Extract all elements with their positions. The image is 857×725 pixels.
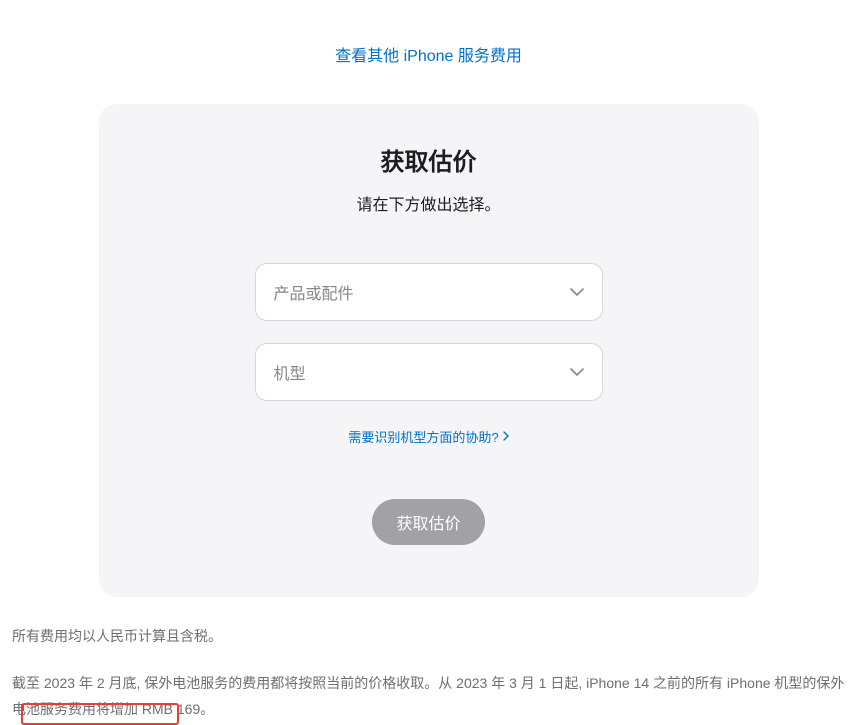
model-select[interactable]: 机型 <box>255 343 603 401</box>
footer-line-1: 所有费用均以人民币计算且含税。 <box>12 623 845 650</box>
identify-model-help-link[interactable]: 需要识别机型方面的协助? <box>348 427 508 446</box>
help-link-label: 需要识别机型方面的协助? <box>348 427 498 446</box>
card-subtitle: 请在下方做出选择。 <box>147 191 711 215</box>
chevron-down-icon <box>570 368 584 376</box>
chevron-right-icon <box>503 429 509 444</box>
footer-disclaimer: 所有费用均以人民币计算且含税。 截至 2023 年 2 月底, 保外电池服务的费… <box>0 597 857 723</box>
other-service-fee-link[interactable]: 查看其他 iPhone 服务费用 <box>335 48 522 65</box>
footer-line-2: 截至 2023 年 2 月底, 保外电池服务的费用都将按照当前的价格收取。从 2… <box>12 670 845 723</box>
estimate-card: 获取估价 请在下方做出选择。 产品或配件 机型 需要识别机型方面的协助? 获取估… <box>99 104 759 597</box>
product-select[interactable]: 产品或配件 <box>255 263 603 321</box>
chevron-down-icon <box>570 288 584 296</box>
card-title: 获取估价 <box>147 142 711 177</box>
model-select-placeholder: 机型 <box>274 360 306 384</box>
product-select-placeholder: 产品或配件 <box>274 280 354 304</box>
get-estimate-button[interactable]: 获取估价 <box>372 499 484 545</box>
footer-line-2-part2: 费用将增加 RMB 169。 <box>68 701 214 717</box>
top-link-container: 查看其他 iPhone 服务费用 <box>0 0 857 66</box>
